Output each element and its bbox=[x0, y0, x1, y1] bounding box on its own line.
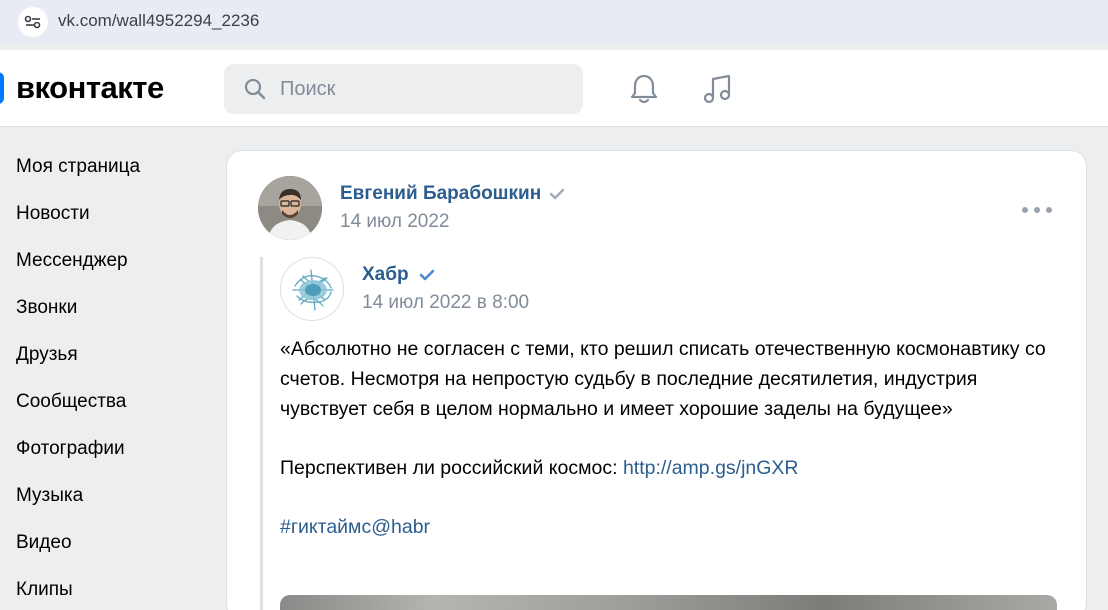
post-link[interactable]: http://amp.gs/jnGXR bbox=[623, 457, 799, 479]
post-date[interactable]: 14 июл 2022 bbox=[340, 211, 450, 233]
sidebar-nav: Моя страница Новости Мессенджер Звонки Д… bbox=[16, 144, 216, 610]
post-photo[interactable] bbox=[280, 595, 1057, 610]
search-input[interactable] bbox=[280, 64, 570, 114]
post-text: «Абсолютно не согласен с теми, кто решил… bbox=[280, 334, 1060, 542]
vk-header: вконтакте bbox=[0, 50, 1108, 127]
music-icon[interactable] bbox=[700, 72, 734, 106]
post-hashtag[interactable]: #гиктаймс@habr bbox=[280, 516, 430, 538]
vk-logo-text[interactable]: вконтакте bbox=[16, 70, 164, 106]
repost-date[interactable]: 14 июл 2022 в 8:00 bbox=[362, 292, 529, 314]
bell-icon[interactable] bbox=[627, 72, 661, 106]
more-options-icon[interactable] bbox=[1022, 205, 1052, 215]
sidebar-item-communities[interactable]: Сообщества bbox=[16, 379, 216, 426]
author-avatar[interactable] bbox=[258, 176, 322, 240]
vk-logo-icon[interactable] bbox=[0, 72, 4, 104]
url-text[interactable]: vk.com/wall4952294_2236 bbox=[58, 11, 259, 31]
sidebar-item-calls[interactable]: Звонки bbox=[16, 285, 216, 332]
sidebar-item-friends[interactable]: Друзья bbox=[16, 332, 216, 379]
search-box[interactable] bbox=[224, 64, 583, 114]
sidebar-item-news[interactable]: Новости bbox=[16, 191, 216, 238]
search-icon bbox=[244, 78, 266, 100]
site-info-icon[interactable] bbox=[18, 7, 48, 37]
sidebar-item-clips[interactable]: Клипы bbox=[16, 567, 216, 610]
post-card: Евгений Барабошкин 14 июл 2022 Хабр 14 и… bbox=[226, 150, 1087, 610]
post-author-name[interactable]: Евгений Барабошкин bbox=[340, 183, 541, 205]
post-quote: «Абсолютно не согласен с теми, кто решил… bbox=[280, 338, 1046, 420]
repost-author[interactable]: Хабр bbox=[362, 264, 435, 286]
post-question-line: Перспективен ли российский космос: http:… bbox=[280, 453, 1060, 483]
repost-divider bbox=[260, 257, 263, 610]
verified-badge-icon bbox=[419, 269, 434, 281]
sidebar-item-my-page[interactable]: Моя страница bbox=[16, 144, 216, 191]
repost-author-name[interactable]: Хабр bbox=[362, 264, 409, 286]
post-author[interactable]: Евгений Барабошкин bbox=[340, 183, 565, 205]
sidebar-item-photos[interactable]: Фотографии bbox=[16, 426, 216, 473]
browser-address-bar: vk.com/wall4952294_2236 bbox=[0, 0, 1108, 44]
habr-avatar[interactable] bbox=[280, 257, 344, 321]
sidebar-item-messenger[interactable]: Мессенджер bbox=[16, 238, 216, 285]
post-question: Перспективен ли российский космос: bbox=[280, 457, 623, 479]
verified-check-icon bbox=[549, 188, 565, 200]
sidebar-item-video[interactable]: Видео bbox=[16, 520, 216, 567]
sidebar-item-music[interactable]: Музыка bbox=[16, 473, 216, 520]
